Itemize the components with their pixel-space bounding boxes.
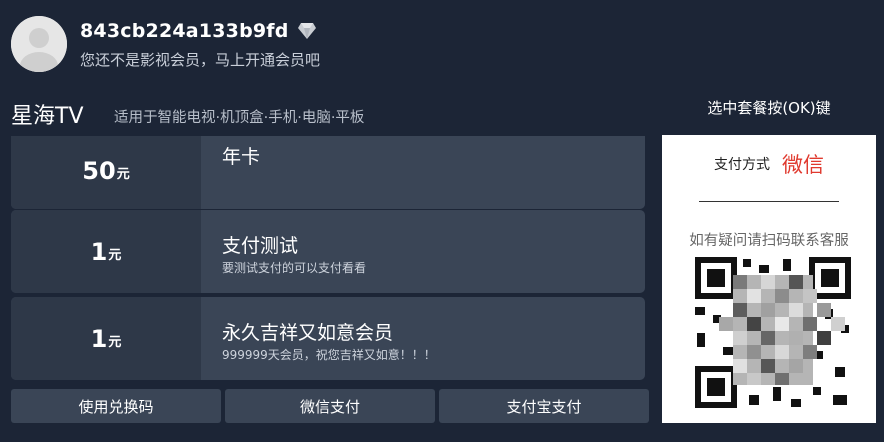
plan-price-unit: 元 [108, 335, 122, 350]
plan-description: 要测试支付的可以支付看看 [222, 261, 367, 275]
user-id-row: 843cb224a133b9fd [80, 20, 317, 42]
price-box: 50 元 [11, 136, 201, 209]
diamond-icon [297, 23, 316, 39]
support-qr-code [695, 257, 851, 408]
membership-prompt: 您还不是影视会员，马上开通会员吧 [80, 51, 321, 69]
divider [699, 201, 839, 202]
payment-method-row: 支付方式 微信 [662, 149, 876, 179]
plan-card-test[interactable]: 1元 支付测试 要测试支付的可以支付看看 [11, 210, 645, 293]
payment-method-value: 微信 [782, 153, 824, 177]
payment-panel: 支付方式 微信 如有疑问请扫码联系客服 [662, 135, 876, 423]
plan-name: 支付测试 [222, 235, 299, 257]
payment-method-label: 支付方式 [714, 157, 770, 173]
avatar [11, 16, 67, 72]
brand-title: 星海TV [11, 104, 84, 129]
brand-subtitle: 适用于智能电视·机顶盒·手机·电脑·平板 [114, 110, 365, 126]
alipay-button[interactable]: 支付宝支付 [439, 389, 649, 423]
default-avatar-icon [11, 16, 67, 72]
plan-card-forever[interactable]: 1元 永久吉祥又如意会员 999999天会员，祝您吉祥又如意！！！ [11, 297, 645, 380]
plan-price: 1 [90, 324, 108, 353]
redeem-code-button[interactable]: 使用兑换码 [11, 389, 221, 423]
plan-name: 年卡 [222, 146, 261, 168]
price-box: 1元 [11, 297, 201, 380]
price-box: 1元 [11, 210, 201, 293]
plan-list: 50 元 年卡 1元 支付测试 要测试支付的可以支付看看 1元 永久吉祥又如意会员… [11, 136, 645, 380]
plan-description: 999999天会员，祝您吉祥又如意！！！ [222, 348, 436, 362]
plan-name: 永久吉祥又如意会员 [222, 322, 394, 344]
contact-support-text: 如有疑问请扫码联系客服 [689, 233, 849, 249]
plan-price: 50 [82, 156, 116, 185]
select-hint: 选中套餐按(OK)键 [707, 99, 831, 117]
wechat-pay-button[interactable]: 微信支付 [225, 389, 435, 423]
plan-price: 1 [90, 237, 108, 266]
plan-price-unit: 元 [108, 248, 122, 263]
user-id: 843cb224a133b9fd [80, 20, 289, 42]
plan-card-annual[interactable]: 50 元 年卡 [11, 136, 645, 209]
plan-price-unit: 元 [116, 167, 130, 182]
